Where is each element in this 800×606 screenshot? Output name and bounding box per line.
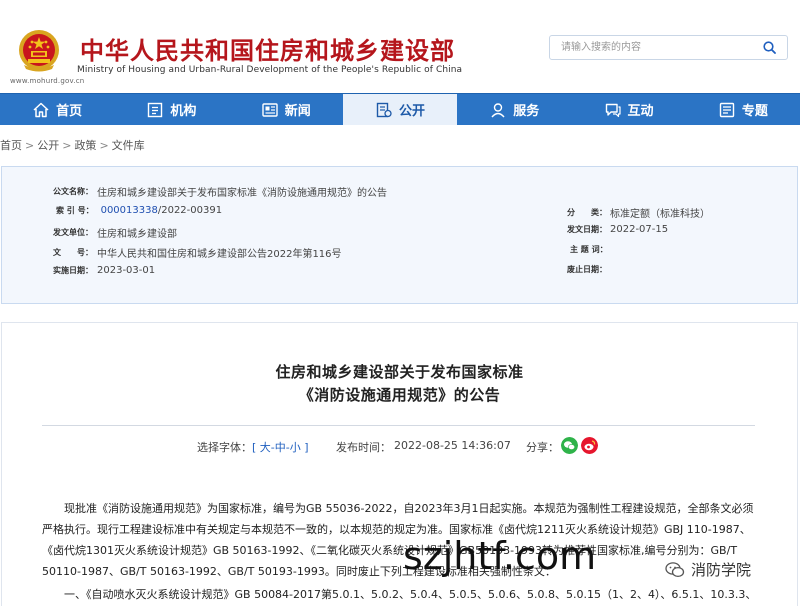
breadcrumb-separator: > — [62, 139, 72, 152]
font-bracket-close: ] — [300, 441, 309, 454]
nav-item-public[interactable]: 公开 — [342, 94, 458, 125]
doc-name-label: 公文名称： — [53, 187, 93, 196]
watermark-account-name: 消防学院 — [691, 561, 752, 579]
site-subtitle: Ministry of Housing and Urban-Rural Deve… — [77, 65, 463, 75]
issuer-label: 发文单位： — [53, 228, 93, 237]
nav-label: 机构 — [170, 104, 197, 119]
doc-no-label: 文 号： — [53, 248, 93, 257]
wechat-watermark-icon — [665, 561, 685, 577]
share-label: 分享： — [526, 441, 559, 454]
nav-item-news[interactable]: 新闻 — [229, 94, 343, 125]
meta-row-topic: 主 题 词： — [570, 244, 616, 255]
category-label: 分 类： — [567, 208, 607, 217]
doc-name-value: 住房和城乡建设部关于发布国家标准《消防设施通用规范》的公告 — [97, 188, 387, 199]
issuer-value: 住房和城乡建设部 — [97, 229, 177, 240]
font-size-medium-button[interactable]: 中 — [275, 441, 286, 454]
nav-item-topic[interactable]: 专题 — [686, 94, 800, 125]
nav-item-home[interactable]: 首页 — [0, 94, 114, 125]
interact-icon — [604, 101, 622, 119]
publish-time-value: 2022-08-25 14:36:07 — [394, 439, 511, 452]
meta-row-abolish-date: 废止日期： — [567, 264, 615, 275]
search-button[interactable] — [757, 38, 781, 57]
nav-label: 服务 — [513, 104, 540, 119]
breadcrumb-home[interactable]: 首页 — [0, 139, 22, 152]
font-size-large-button[interactable]: 大 — [260, 441, 271, 454]
nav-item-org[interactable]: 机构 — [114, 94, 228, 125]
breadcrumb-library[interactable]: 文件库 — [112, 139, 145, 152]
impl-date-value: 2023-03-01 — [97, 265, 156, 276]
breadcrumb-public[interactable]: 公开 — [37, 139, 59, 152]
article-title-line2: 《消防设施通用规范》的公告 — [298, 386, 501, 404]
meta-row-category: 分 类： 标准定额（标准科技） — [567, 205, 710, 220]
font-size-label: 选择字体： — [197, 441, 252, 454]
document-meta-panel: 公文名称： 住房和城乡建设部关于发布国家标准《消防设施通用规范》的公告 索 引 … — [1, 166, 798, 304]
weibo-share-icon[interactable] — [581, 437, 598, 454]
org-icon — [146, 101, 164, 119]
index-label: 索 引 号： — [56, 206, 94, 215]
index-suffix: /2022-00391 — [157, 205, 223, 216]
news-icon — [261, 101, 279, 119]
issue-date-value: 2022-07-15 — [610, 224, 669, 235]
page: www.mohurd.gov.cn 中华人民共和国住房和城乡建设部 Minist… — [0, 0, 800, 606]
index-number: 000013338 — [100, 205, 158, 216]
main-nav: 首页 机构 新闻 公开 服务 互动 专题 — [0, 93, 800, 125]
search-icon — [762, 41, 776, 54]
wechat-share-icon[interactable] — [561, 437, 578, 454]
nav-label: 公开 — [398, 104, 425, 119]
impl-date-label: 实施日期： — [53, 266, 93, 275]
meta-row-doc-no: 文 号： 中华人民共和国住房和城乡建设部公告2022年第116号 — [53, 245, 342, 260]
breadcrumb-separator: > — [25, 139, 35, 152]
nav-label: 互动 — [627, 104, 654, 119]
nav-item-interact[interactable]: 互动 — [571, 94, 685, 125]
meta-row-doc-name: 公文名称： 住房和城乡建设部关于发布国家标准《消防设施通用规范》的公告 — [53, 184, 387, 199]
font-bracket-open: [ — [252, 441, 260, 454]
service-icon — [489, 101, 507, 119]
nav-label: 专题 — [741, 104, 768, 119]
font-size-options: [ 大-中-小 ] — [252, 439, 309, 455]
meta-row-issue-date: 发文日期： 2022-07-15 — [567, 224, 668, 235]
breadcrumb-policy[interactable]: 政策 — [74, 139, 96, 152]
abolish-date-label: 废止日期： — [567, 265, 607, 274]
nav-label: 新闻 — [284, 104, 311, 119]
publish-time-label: 发布时间： — [336, 441, 391, 454]
breadcrumb: 首页 > 公开 > 政策 > 文件库 — [0, 137, 145, 153]
issue-date-label: 发文日期： — [567, 225, 607, 234]
topic-label: 主 题 词： — [570, 245, 608, 254]
title-divider — [42, 425, 755, 426]
paragraph-1-text: 现批准《消防设施通用规范》为国家标准，编号为GB 55036-2022，自202… — [42, 502, 754, 578]
category-value: 标准定额（标准科技） — [610, 209, 710, 220]
index-value: 000013338/2022-00391 — [101, 205, 223, 216]
search-input[interactable] — [550, 36, 755, 59]
watermark-account: 消防学院 — [665, 559, 751, 580]
doc-no-value: 中华人民共和国住房和城乡建设部公告2022年第116号 — [97, 249, 342, 260]
site-url: www.mohurd.gov.cn — [10, 77, 85, 85]
meta-row-issuer: 发文单位： 住房和城乡建设部 — [53, 225, 177, 240]
article-paragraph-1: 现批准《消防设施通用规范》为国家标准，编号为GB 55036-2022，自202… — [42, 498, 762, 582]
article-title-line1: 住房和城乡建设部关于发布国家标准 — [275, 363, 524, 381]
article-paragraph-2: 一、《自动喷水灭火系统设计规范》GB 50084-2017第5.0.1、5.0.… — [42, 584, 762, 605]
search-box — [549, 35, 788, 60]
paragraph-2-text: 一、《自动喷水灭火系统设计规范》GB 50084-2017第5.0.1、5.0.… — [64, 588, 757, 601]
national-emblem-icon[interactable] — [16, 28, 62, 74]
site-title[interactable]: 中华人民共和国住房和城乡建设部 — [80, 31, 455, 66]
home-icon — [32, 101, 50, 119]
site-header: www.mohurd.gov.cn 中华人民共和国住房和城乡建设部 Minist… — [0, 0, 800, 93]
font-size-small-button[interactable]: 小 — [290, 441, 301, 454]
public-icon — [375, 101, 393, 119]
nav-label: 首页 — [56, 104, 83, 119]
meta-row-index: 索 引 号： 000013338/2022-00391 — [56, 205, 222, 216]
nav-item-service[interactable]: 服务 — [457, 94, 571, 125]
meta-row-impl-date: 实施日期： 2023-03-01 — [53, 265, 155, 276]
topic-icon — [718, 101, 736, 119]
breadcrumb-separator: > — [99, 139, 109, 152]
watermark-domain: szjhtf.com — [403, 534, 597, 578]
